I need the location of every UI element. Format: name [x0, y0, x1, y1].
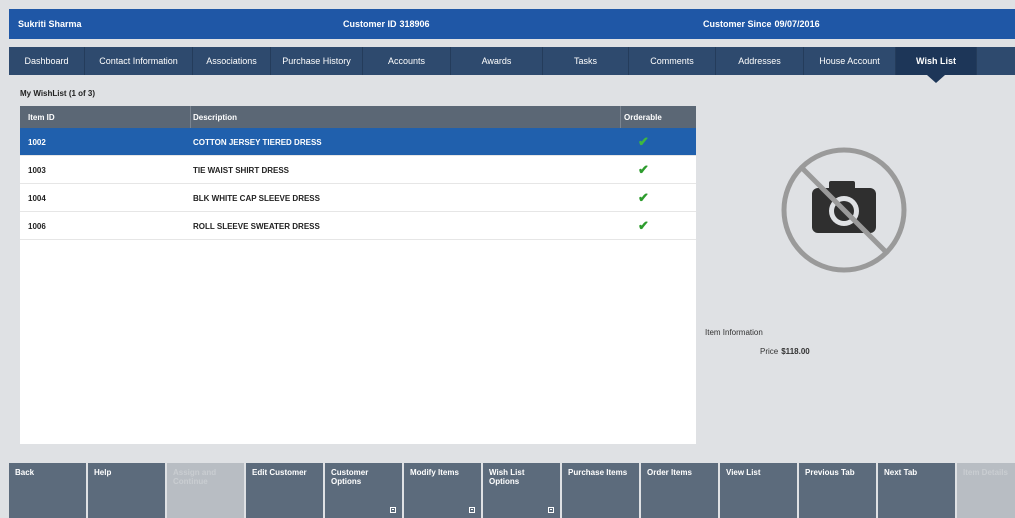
wishlist-title: My WishList (1 of 3)	[20, 89, 96, 98]
column-header-orderable: Orderable	[624, 113, 662, 122]
tab-comments[interactable]: Comments	[629, 47, 716, 75]
table-row[interactable]: 1006 ROLL SLEEVE SWEATER DRESS ✔	[20, 212, 696, 240]
tab-tasks[interactable]: Tasks	[543, 47, 629, 75]
customer-name: Sukriti Sharma	[18, 19, 82, 29]
wish-list-options-button[interactable]: Wish List Options	[483, 463, 560, 518]
orderable-check-icon: ✔	[638, 134, 649, 149]
next-tab-button[interactable]: Next Tab	[878, 463, 955, 518]
modify-items-button[interactable]: Modify Items	[404, 463, 481, 518]
column-header-description: Description	[193, 113, 238, 122]
table-row[interactable]: 1004 BLK WHITE CAP SLEEVE DRESS ✔	[20, 184, 696, 212]
item-id-cell: 1004	[28, 194, 46, 203]
menu-icon	[390, 507, 396, 513]
orderable-check-icon: ✔	[638, 162, 649, 177]
tab-wish-list[interactable]: Wish List	[896, 47, 977, 83]
no-photo-icon	[781, 147, 907, 273]
wishlist-table: Item ID Description Orderable 1002 COTTO…	[20, 106, 696, 444]
view-list-button[interactable]: View List	[720, 463, 797, 518]
orderable-check-icon: ✔	[638, 190, 649, 205]
table-row[interactable]: 1003 TIE WAIST SHIRT DRESS ✔	[20, 156, 696, 184]
customer-header: Sukriti Sharma Customer ID 318906 Custome…	[9, 9, 1015, 39]
description-cell: ROLL SLEEVE SWEATER DRESS	[193, 222, 320, 231]
purchase-items-button[interactable]: Purchase Items	[562, 463, 639, 518]
column-divider	[190, 106, 191, 128]
item-id-cell: 1002	[28, 138, 46, 147]
tab-dashboard[interactable]: Dashboard	[9, 47, 85, 75]
column-divider	[620, 106, 621, 128]
item-information-label: Item Information	[705, 328, 763, 337]
customer-options-button[interactable]: Customer Options	[325, 463, 402, 518]
back-button[interactable]: Back	[9, 463, 86, 518]
item-id-cell: 1003	[28, 166, 46, 175]
tab-awards[interactable]: Awards	[451, 47, 543, 75]
description-cell: BLK WHITE CAP SLEEVE DRESS	[193, 194, 320, 203]
tab-accounts[interactable]: Accounts	[363, 47, 451, 75]
customer-id: Customer ID 318906	[343, 19, 430, 29]
help-button[interactable]: Help	[88, 463, 165, 518]
item-price: Price $118.00	[760, 347, 810, 356]
menu-icon	[469, 507, 475, 513]
description-cell: TIE WAIST SHIRT DRESS	[193, 166, 290, 175]
assign-and-continue-button[interactable]: Assign and Continue	[167, 463, 244, 518]
tab-contact-information[interactable]: Contact Information	[85, 47, 193, 75]
tab-house-account[interactable]: House Account	[804, 47, 896, 75]
order-items-button[interactable]: Order Items	[641, 463, 718, 518]
orderable-check-icon: ✔	[638, 218, 649, 233]
description-cell: COTTON JERSEY TIERED DRESS	[193, 138, 322, 147]
table-header: Item ID Description Orderable	[20, 106, 696, 128]
tab-addresses[interactable]: Addresses	[716, 47, 804, 75]
tab-bar: Dashboard Contact Information Associatio…	[9, 47, 1015, 83]
table-row[interactable]: 1002 COTTON JERSEY TIERED DRESS ✔	[20, 128, 696, 156]
item-id-cell: 1006	[28, 222, 46, 231]
menu-icon	[548, 507, 554, 513]
item-details-button[interactable]: Item Details	[957, 463, 1015, 518]
tab-associations[interactable]: Associations	[193, 47, 271, 75]
customer-since: Customer Since 09/07/2016	[703, 19, 820, 29]
tab-purchase-history[interactable]: Purchase History	[271, 47, 363, 75]
edit-customer-button[interactable]: Edit Customer	[246, 463, 323, 518]
column-header-item-id: Item ID	[28, 113, 55, 122]
action-bar: Back Help Assign and Continue Edit Custo…	[9, 463, 1015, 518]
previous-tab-button[interactable]: Previous Tab	[799, 463, 876, 518]
